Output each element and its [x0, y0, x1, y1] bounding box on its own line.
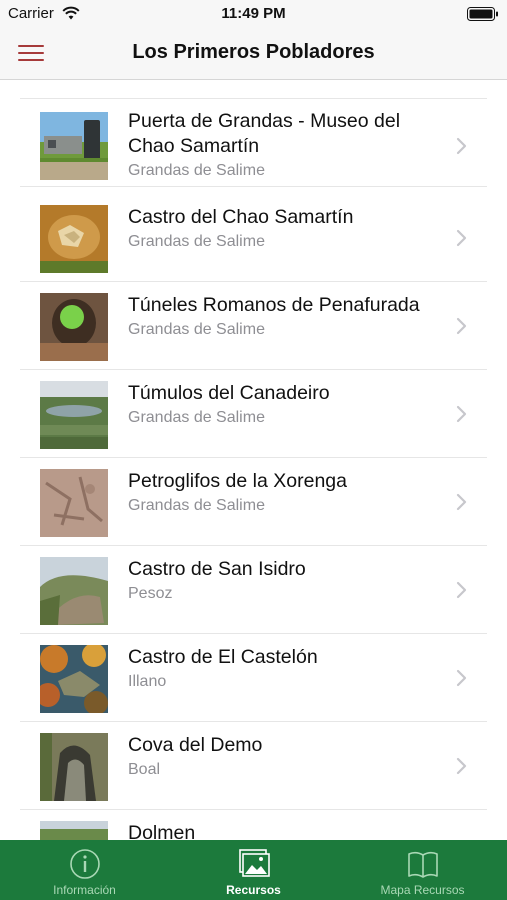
list-item[interactable]: Petroglifos de la Xorenga Grandas de Sal…: [20, 458, 487, 546]
cave-thumbnail: [40, 733, 108, 801]
tab-label: Recursos: [226, 883, 281, 897]
chevron-right-icon: [456, 229, 467, 247]
item-title: Dolmen: [128, 822, 196, 840]
map-book-icon: [407, 851, 438, 878]
chevron-right-icon: [456, 317, 467, 335]
item-title: Puerta de Grandas - Museo del Chao Samar…: [128, 110, 401, 157]
tab-label: Información: [53, 883, 116, 897]
item-title: Castro del Chao Samartín: [128, 206, 354, 228]
item-subtitle: Grandas de Salime: [128, 409, 265, 426]
item-subtitle: Boal: [128, 761, 161, 778]
item-subtitle: Pesoz: [128, 585, 173, 602]
chevron-right-icon: [456, 757, 467, 775]
petroglyph-thumbnail: [40, 469, 108, 537]
chevron-right-icon: [456, 581, 467, 599]
item-title: Castro de El Castelón: [128, 646, 318, 668]
list-item[interactable]: Túmulos del Canadeiro Grandas de Salime: [20, 370, 487, 458]
navigation-bar: Los Primeros Pobladores: [0, 28, 507, 80]
item-subtitle: Grandas de Salime: [128, 321, 265, 338]
tab-informacion[interactable]: Información: [0, 840, 169, 900]
resource-list[interactable]: Puerta de Grandas - Museo del Chao Samar…: [0, 80, 507, 840]
item-title: Castro de San Isidro: [128, 558, 306, 580]
status-bar: Carrier 11:49 PM: [0, 0, 507, 28]
tab-recursos[interactable]: Recursos: [169, 840, 338, 900]
list-item[interactable]: Castro del Chao Samartín Grandas de Sali…: [20, 194, 487, 282]
museum-thumbnail: [40, 112, 108, 180]
list-item[interactable]: Castro de El Castelón Illano: [20, 634, 487, 722]
item-title: Petroglifos de la Xorenga: [128, 470, 347, 492]
tab-bar: Información Recursos Mapa Recursos: [0, 840, 507, 900]
item-subtitle: Grandas de Salime: [128, 162, 265, 179]
autumn-castro-thumbnail: [40, 645, 108, 713]
item-subtitle: Illano: [128, 673, 167, 690]
chevron-right-icon: [456, 137, 467, 155]
list-item[interactable]: Túneles Romanos de Penafurada Grandas de…: [20, 282, 487, 370]
castro-aerial-thumbnail: [40, 205, 108, 273]
photos-icon: [238, 849, 270, 877]
page-title: Los Primeros Pobladores: [132, 41, 375, 63]
hill-castro-thumbnail: [40, 557, 108, 625]
tumulus-thumbnail: [40, 381, 108, 449]
item-title: Cova del Demo: [128, 734, 263, 756]
item-title: Túneles Romanos de Penafurada: [128, 294, 420, 316]
list-item[interactable]: Cova del Demo Boal: [20, 722, 487, 810]
tab-label: Mapa Recursos: [380, 883, 465, 897]
list-item[interactable]: Puerta de Grandas - Museo del Chao Samar…: [20, 99, 487, 187]
item-subtitle: Grandas de Salime: [128, 233, 265, 250]
list-item[interactable]: Dolmen: [20, 810, 487, 840]
item-subtitle: Grandas de Salime: [128, 497, 265, 514]
chevron-right-icon: [456, 493, 467, 511]
tab-mapa-recursos[interactable]: Mapa Recursos: [338, 840, 507, 900]
item-title: Túmulos del Canadeiro: [128, 382, 330, 404]
status-time: 11:49 PM: [221, 5, 286, 22]
chevron-right-icon: [456, 405, 467, 423]
tunnel-thumbnail: [40, 293, 108, 361]
info-circle-icon: [69, 849, 100, 879]
dolmen-thumbnail: [40, 821, 108, 840]
list-item[interactable]: Castro de San Isidro Pesoz: [20, 546, 487, 634]
chevron-right-icon: [456, 669, 467, 687]
battery-icon: [467, 7, 498, 21]
